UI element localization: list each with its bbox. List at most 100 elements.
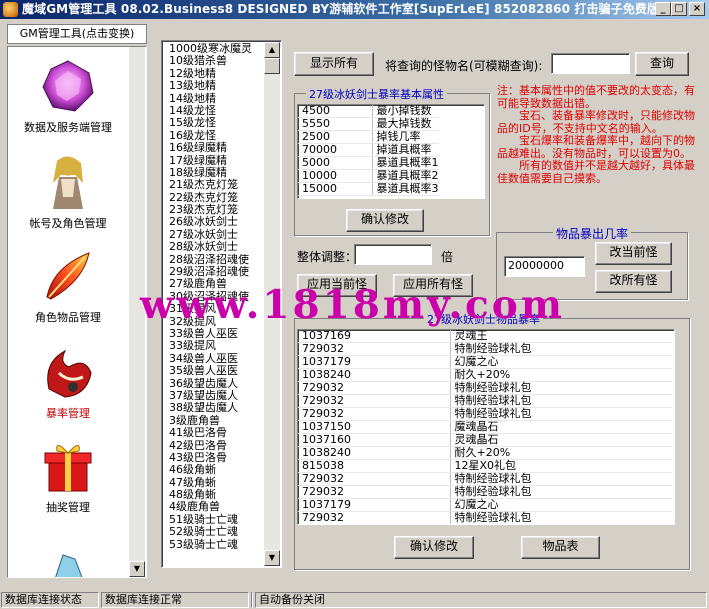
adjust-input[interactable] [354, 244, 432, 265]
table-row[interactable]: 5550 最大掉钱数 [298, 117, 439, 132]
table-row[interactable]: 815038 12星X0礼包 [298, 459, 672, 474]
table-row[interactable]: 1038240 耐久+20% [298, 446, 672, 461]
monster-list-item[interactable]: 35级兽人巫医 [164, 364, 266, 377]
nav-item-role-items[interactable]: 角色物品管理 [8, 247, 128, 325]
cell-name[interactable]: 耐久+20% [450, 446, 672, 461]
cell-value[interactable]: 5000 [298, 156, 373, 171]
monster-list-item[interactable]: 28级冰妖剑士 [164, 240, 266, 253]
cell-name[interactable]: 特制经验球礼包 [450, 511, 672, 524]
cell-value[interactable]: 70000 [298, 143, 373, 158]
rate-grid[interactable]: 4500 最小掉钱数 5550 最大掉钱数 2500 掉钱几率 70000 掉道具概率 5000… [297, 104, 485, 199]
cell-name[interactable]: 掉道具概率 [372, 143, 439, 158]
monster-list-item[interactable]: 53级骑士亡魂 [164, 538, 266, 551]
search-button[interactable]: 查询 [635, 52, 689, 76]
table-row[interactable]: 1037169 灵魂王 [298, 330, 672, 344]
cell-name[interactable]: 最小掉钱数 [372, 105, 439, 119]
nav-item-data-server[interactable]: 数据及服务端管理 [8, 57, 128, 135]
nav-item-partial[interactable] [8, 545, 128, 577]
cell-value[interactable]: 1037169 [298, 330, 451, 344]
scroll-thumb[interactable] [264, 58, 280, 74]
table-row[interactable]: 1037179 幻魔之心 [298, 498, 672, 513]
table-row[interactable]: 15000 暴道具概率3 [298, 182, 439, 197]
cell-value[interactable]: 815038 [298, 459, 451, 474]
close-button[interactable]: × [689, 2, 705, 16]
cell-value[interactable]: 729032 [298, 485, 451, 500]
monster-list-item[interactable]: 46级角蜥 [164, 463, 266, 476]
nav-scroll-down[interactable]: ▼ [129, 561, 145, 577]
table-row[interactable]: 70000 掉道具概率 [298, 143, 439, 158]
table-row[interactable]: 729032 特制经验球礼包 [298, 511, 672, 524]
table-row[interactable]: 729032 特制经验球礼包 [298, 485, 672, 500]
cell-name[interactable]: 灵魂晶石 [450, 433, 672, 448]
cell-name[interactable]: 灵魂王 [450, 330, 672, 344]
cell-value[interactable]: 2500 [298, 130, 373, 145]
cell-value[interactable]: 729032 [298, 511, 451, 524]
item-table-button[interactable]: 物品表 [521, 536, 600, 559]
monster-list-item[interactable]: 15级龙怪 [164, 116, 266, 129]
cell-name[interactable]: 幻魔之心 [450, 355, 672, 370]
cell-value[interactable]: 729032 [298, 381, 451, 396]
cell-value[interactable]: 10000 [298, 169, 373, 184]
cell-name[interactable]: 特制经验球礼包 [450, 485, 672, 500]
table-row[interactable]: 729032 特制经验球礼包 [298, 394, 672, 409]
cell-name[interactable]: 魔魂晶石 [450, 420, 672, 435]
show-all-button[interactable]: 显示所有 [294, 52, 374, 76]
cell-name[interactable]: 特制经验球礼包 [450, 342, 672, 357]
table-row[interactable]: 10000 暴道具概率2 [298, 169, 439, 184]
cell-value[interactable]: 4500 [298, 105, 373, 119]
monster-list-item[interactable]: 26级冰妖剑士 [164, 216, 266, 229]
cell-name[interactable]: 掉钱几率 [372, 130, 439, 145]
monster-list-item[interactable]: 21级杰克灯笼 [164, 178, 266, 191]
table-row[interactable]: 4500 最小掉钱数 [298, 105, 439, 119]
monster-list-item[interactable]: 41级巴洛骨 [164, 426, 266, 439]
search-input[interactable] [551, 53, 630, 74]
items-confirm-button[interactable]: 确认修改 [394, 536, 474, 559]
cell-name[interactable]: 耐久+20% [450, 368, 672, 383]
table-row[interactable]: 729032 特制经验球礼包 [298, 381, 672, 396]
table-row[interactable]: 1038240 耐久+20% [298, 368, 672, 383]
cell-value[interactable]: 729032 [298, 342, 451, 357]
cell-name[interactable]: 特制经验球礼包 [450, 407, 672, 422]
cell-value[interactable]: 5550 [298, 117, 373, 132]
cell-value[interactable]: 1038240 [298, 446, 451, 461]
drop-rate-input[interactable]: 20000000 [504, 256, 585, 277]
monster-list-item[interactable]: 13级地精 [164, 79, 266, 92]
nav-item-drop-rate[interactable]: 暴率管理 [8, 343, 128, 421]
cell-name[interactable]: 12星X0礼包 [450, 459, 672, 474]
nav-header[interactable]: GM管理工具(点击变换) [7, 24, 147, 44]
cell-value[interactable]: 729032 [298, 472, 451, 487]
cell-name[interactable]: 特制经验球礼包 [450, 381, 672, 396]
monster-list-item[interactable]: 33级提风 [164, 339, 266, 352]
nav-item-account-role[interactable]: 帐号及角色管理 [8, 153, 128, 231]
cell-value[interactable]: 1037179 [298, 498, 451, 513]
cell-name[interactable]: 暴道具概率1 [372, 156, 439, 171]
minimize-button[interactable]: _ [655, 2, 671, 16]
cell-name[interactable]: 幻魔之心 [450, 498, 672, 513]
items-grid[interactable]: 1037169 灵魂王 729032 特制经验球礼包 1037179 幻魔之心 103824… [297, 329, 675, 525]
monster-list-item[interactable]: 52级骑士亡魂 [164, 525, 266, 538]
monster-list-item[interactable]: 4级鹿角兽 [164, 501, 266, 514]
rate-confirm-button[interactable]: 确认修改 [346, 209, 424, 232]
cell-value[interactable]: 1038240 [298, 368, 451, 383]
title-bar[interactable]: 魔域GM管理工具 08.02.Business8 DESIGNED BY游辅软件… [0, 0, 709, 19]
change-all-button[interactable]: 改所有怪 [595, 270, 672, 293]
cell-name[interactable]: 暴道具概率3 [372, 182, 439, 197]
cell-value[interactable]: 729032 [298, 407, 451, 422]
scroll-up-arrow[interactable]: ▲ [264, 42, 280, 58]
cell-value[interactable]: 729032 [298, 394, 451, 409]
table-row[interactable]: 1037150 魔魂晶石 [298, 420, 672, 435]
table-row[interactable]: 1037160 灵魂晶石 [298, 433, 672, 448]
nav-item-lottery[interactable]: 抽奖管理 [8, 437, 128, 515]
scroll-down-arrow[interactable]: ▼ [264, 550, 280, 566]
cell-value[interactable]: 1037160 [298, 433, 451, 448]
table-row[interactable]: 2500 掉钱几率 [298, 130, 439, 145]
monster-list-item[interactable]: 38级望齿魔人 [164, 401, 266, 414]
cell-name[interactable]: 特制经验球礼包 [450, 472, 672, 487]
table-row[interactable]: 729032 特制经验球礼包 [298, 342, 672, 357]
table-row[interactable]: 5000 暴道具概率1 [298, 156, 439, 171]
table-row[interactable]: 729032 特制经验球礼包 [298, 407, 672, 422]
table-row[interactable]: 729032 特制经验球礼包 [298, 472, 672, 487]
cell-name[interactable]: 暴道具概率2 [372, 169, 439, 184]
cell-value[interactable]: 1037179 [298, 355, 451, 370]
monster-list-item[interactable]: 16级绿魔精 [164, 141, 266, 154]
